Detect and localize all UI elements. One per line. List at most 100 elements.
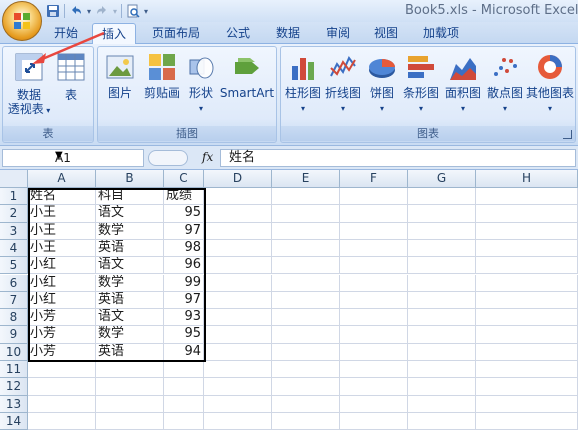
- scatter-chart-button[interactable]: 散点图 ▾: [485, 50, 525, 114]
- cell-a7[interactable]: 小红: [28, 291, 96, 310]
- tab-add-ins[interactable]: 加载项: [416, 23, 466, 44]
- customize-qat-icon[interactable]: ▾: [144, 7, 148, 16]
- cell-b8[interactable]: 语文: [96, 309, 164, 327]
- column-header-g[interactable]: G: [408, 170, 476, 188]
- cell-a4[interactable]: 小王: [28, 239, 96, 258]
- cell-b9[interactable]: 数学: [96, 326, 164, 344]
- cell-d3[interactable]: [204, 222, 272, 240]
- cell-c12[interactable]: [164, 378, 204, 396]
- cell-c7[interactable]: 97: [164, 291, 204, 310]
- cell-h1[interactable]: [476, 188, 578, 206]
- cell-h7[interactable]: [476, 291, 578, 310]
- cell-f6[interactable]: [340, 274, 408, 292]
- cell-d14[interactable]: [204, 412, 272, 431]
- tab-data[interactable]: 数据: [268, 23, 308, 44]
- cell-e4[interactable]: [272, 239, 340, 258]
- cell-e13[interactable]: [272, 395, 340, 413]
- shapes-button[interactable]: 形状 ▾: [186, 50, 216, 114]
- cell-c2[interactable]: 95: [164, 205, 204, 223]
- cell-g1[interactable]: [408, 188, 476, 206]
- cell-e5[interactable]: [272, 257, 340, 275]
- cell-b3[interactable]: 数学: [96, 222, 164, 240]
- cell-a9[interactable]: 小芳: [28, 326, 96, 344]
- smartart-button[interactable]: SmartArt: [220, 50, 274, 100]
- office-button[interactable]: [2, 1, 42, 41]
- cell-e8[interactable]: [272, 309, 340, 327]
- redo-icon[interactable]: [95, 4, 109, 18]
- cell-g11[interactable]: [408, 361, 476, 379]
- cell-c9[interactable]: 95: [164, 326, 204, 344]
- cell-c1[interactable]: 成绩: [164, 188, 204, 206]
- cell-e11[interactable]: [272, 361, 340, 379]
- clipart-button[interactable]: 剪贴画: [140, 50, 184, 100]
- cell-h3[interactable]: [476, 222, 578, 240]
- cell-e1[interactable]: [272, 188, 340, 206]
- cell-a1[interactable]: 姓名: [28, 188, 96, 206]
- cell-c10[interactable]: 94: [164, 343, 204, 361]
- cell-h10[interactable]: [476, 343, 578, 361]
- cell-f8[interactable]: [340, 309, 408, 327]
- bar-chart-button[interactable]: 条形图 ▾: [401, 50, 441, 114]
- cell-g7[interactable]: [408, 291, 476, 310]
- cell-g13[interactable]: [408, 395, 476, 413]
- cell-e3[interactable]: [272, 222, 340, 240]
- cell-g6[interactable]: [408, 274, 476, 292]
- cell-f1[interactable]: [340, 188, 408, 206]
- cell-d10[interactable]: [204, 343, 272, 361]
- cell-h4[interactable]: [476, 239, 578, 258]
- column-chart-button[interactable]: 柱形图 ▾: [283, 50, 323, 114]
- cell-a5[interactable]: 小红: [28, 257, 96, 275]
- other-charts-button[interactable]: 其他图表 ▾: [525, 50, 575, 114]
- column-header-e[interactable]: E: [272, 170, 340, 188]
- cell-g12[interactable]: [408, 378, 476, 396]
- formula-input[interactable]: 姓名: [220, 149, 576, 167]
- cell-b4[interactable]: 英语: [96, 239, 164, 258]
- cell-g10[interactable]: [408, 343, 476, 361]
- cell-h11[interactable]: [476, 361, 578, 379]
- row-header-1[interactable]: 1: [0, 188, 28, 206]
- cell-e10[interactable]: [272, 343, 340, 361]
- row-header-10[interactable]: 10: [0, 343, 28, 361]
- cell-g5[interactable]: [408, 257, 476, 275]
- picture-button[interactable]: 图片: [102, 50, 138, 100]
- column-header-h[interactable]: H: [476, 170, 578, 188]
- cell-e9[interactable]: [272, 326, 340, 344]
- cell-g8[interactable]: [408, 309, 476, 327]
- cell-c6[interactable]: 99: [164, 274, 204, 292]
- cell-c4[interactable]: 98: [164, 239, 204, 258]
- cell-a14[interactable]: [28, 412, 96, 431]
- row-header-9[interactable]: 9: [0, 326, 28, 344]
- cell-h14[interactable]: [476, 412, 578, 431]
- cell-b6[interactable]: 数学: [96, 274, 164, 292]
- cell-h13[interactable]: [476, 395, 578, 413]
- cell-b12[interactable]: [96, 378, 164, 396]
- name-box[interactable]: A1 ▼: [2, 149, 144, 167]
- cell-d2[interactable]: [204, 205, 272, 223]
- select-all-corner[interactable]: [0, 170, 28, 188]
- cell-b14[interactable]: [96, 412, 164, 431]
- cell-b10[interactable]: 英语: [96, 343, 164, 361]
- cell-b2[interactable]: 语文: [96, 205, 164, 223]
- cell-h2[interactable]: [476, 205, 578, 223]
- cell-b7[interactable]: 英语: [96, 291, 164, 310]
- line-chart-button[interactable]: 折线图 ▾: [323, 50, 363, 114]
- cell-d13[interactable]: [204, 395, 272, 413]
- cell-f4[interactable]: [340, 239, 408, 258]
- cell-e2[interactable]: [272, 205, 340, 223]
- cell-d11[interactable]: [204, 361, 272, 379]
- table-button[interactable]: 表: [53, 50, 89, 102]
- cell-f3[interactable]: [340, 222, 408, 240]
- cell-c11[interactable]: [164, 361, 204, 379]
- cell-a3[interactable]: 小王: [28, 222, 96, 240]
- cell-a12[interactable]: [28, 378, 96, 396]
- cell-d4[interactable]: [204, 239, 272, 258]
- cell-f12[interactable]: [340, 378, 408, 396]
- cell-d6[interactable]: [204, 274, 272, 292]
- cell-g4[interactable]: [408, 239, 476, 258]
- row-header-13[interactable]: 13: [0, 395, 28, 413]
- cell-h12[interactable]: [476, 378, 578, 396]
- cell-h6[interactable]: [476, 274, 578, 292]
- cell-d1[interactable]: [204, 188, 272, 206]
- row-header-5[interactable]: 5: [0, 257, 28, 275]
- cell-f11[interactable]: [340, 361, 408, 379]
